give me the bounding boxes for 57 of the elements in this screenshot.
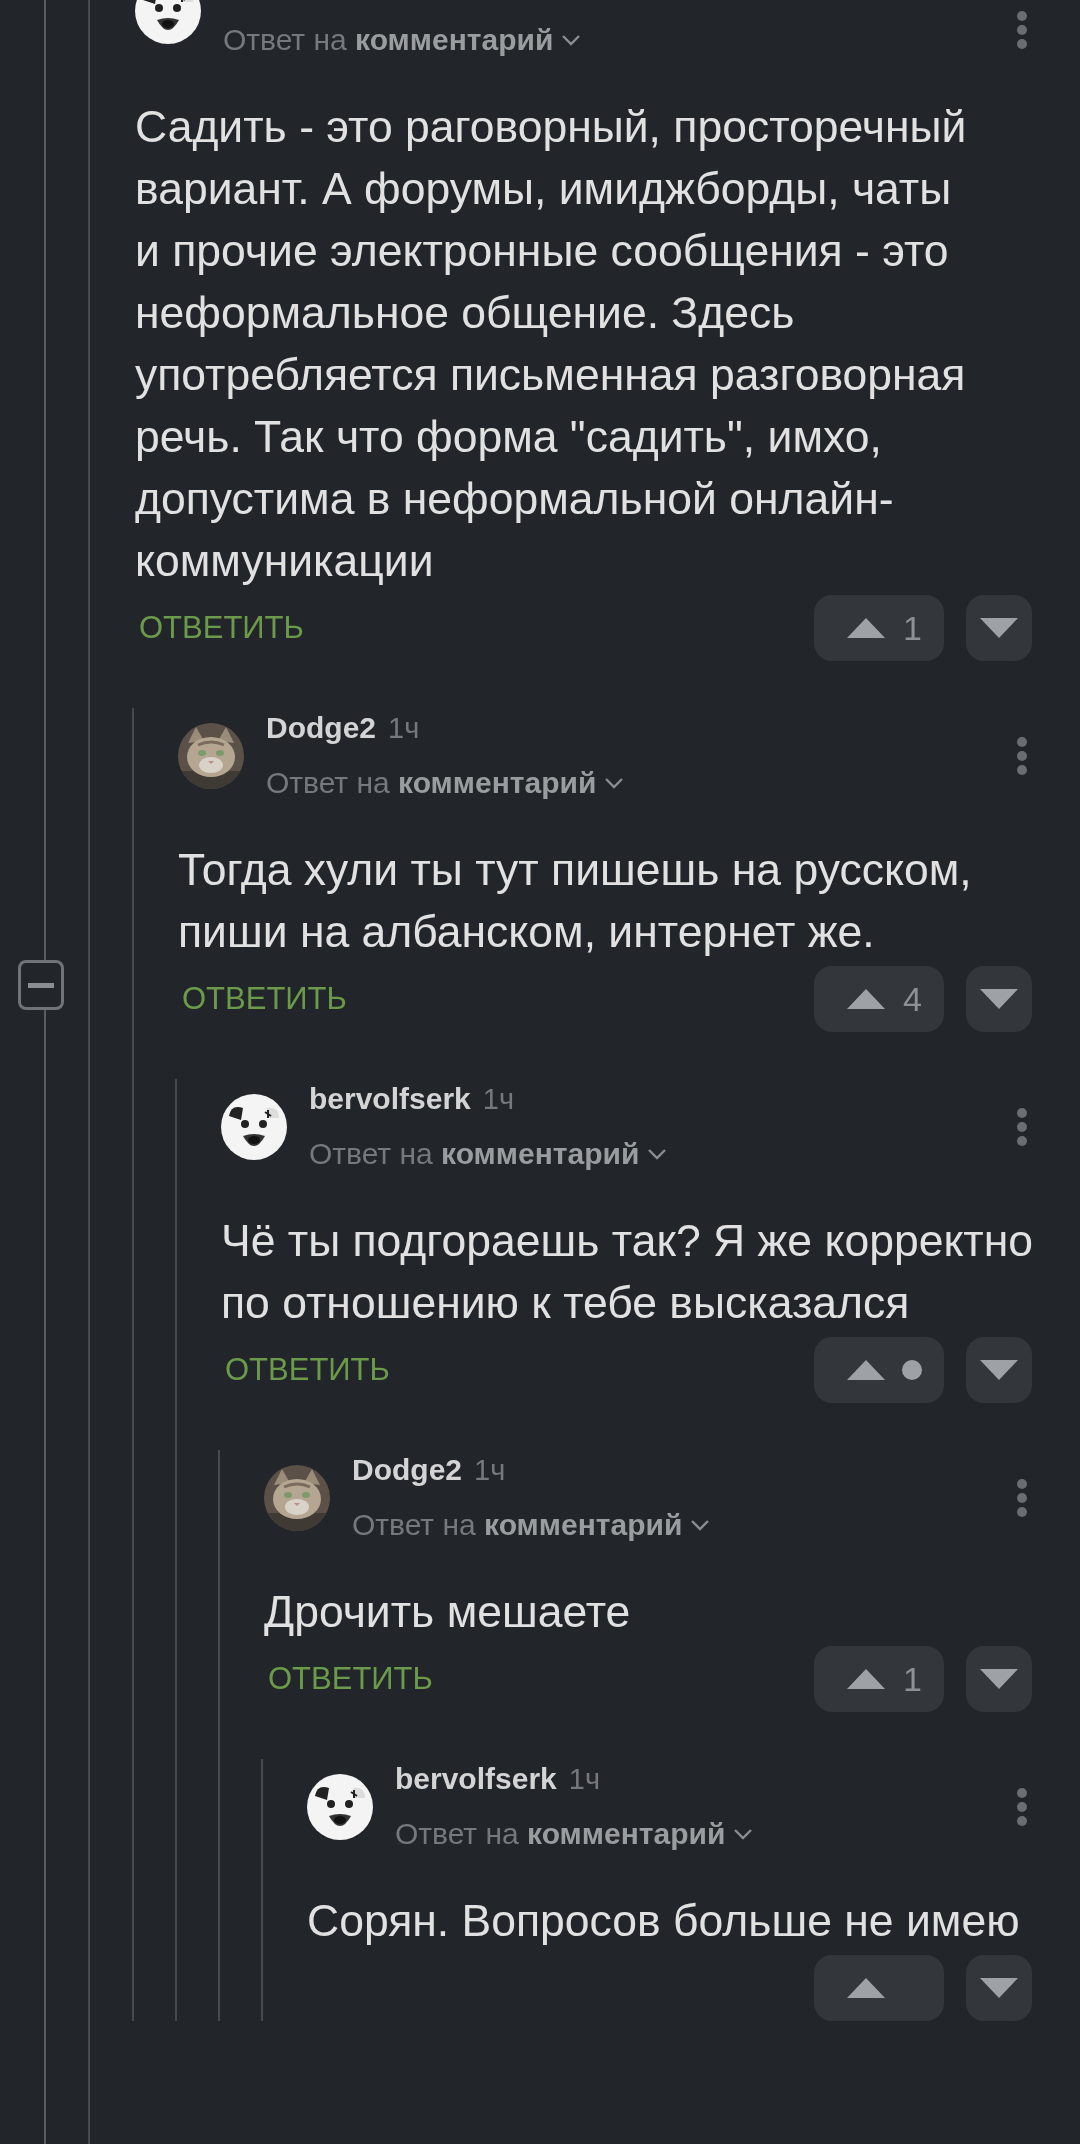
upvote-icon [846,617,886,639]
upvote-icon [846,1668,886,1690]
author-name[interactable]: bervolfserk [309,1079,471,1119]
dog-icon [221,1093,287,1160]
upvote-button[interactable]: 4 [814,966,944,1032]
downvote-button[interactable] [966,966,1032,1032]
comment-time: 1ч [474,1453,506,1488]
downvote-icon [979,1668,1019,1690]
author-name[interactable]: Dodge2 [266,708,376,748]
reply-button[interactable]: ОТВЕТИТЬ [225,1352,390,1388]
upvote-icon [846,1977,886,1999]
downvote-icon [979,988,1019,1010]
chevron-down-icon[interactable] [561,34,582,46]
chevron-down-icon[interactable] [604,777,625,789]
upvote-button[interactable]: 1 [814,595,944,661]
collapse-button[interactable] [18,960,64,1010]
downvote-icon [979,1977,1019,1999]
hidden-rating-icon [902,1360,922,1380]
reply-to-link[interactable]: Ответ на комментарий [266,763,597,803]
downvote-button[interactable] [966,595,1032,661]
comment-text: Садить - это раговорный, просторечный вариант. А форумы, имиджборды, чаты и прочие электронные сообщения - это неформальное общение. Здесь употребляется письменная разговорная речь. Так что форма "садить", имхо, допустима в неформальной онлайн-коммуникации [135,101,968,587]
upvote-button[interactable] [814,1955,944,2021]
comment-text: Чё ты подгораешь так? Я же корректно по отношению к тебе высказался [221,1215,1035,1329]
chevron-down-icon[interactable] [647,1148,668,1160]
minus-icon [28,982,54,988]
upvote-icon [846,988,886,1010]
comment-time: 1ч [568,1762,600,1797]
downvote-button[interactable] [966,1337,1032,1403]
reply-button[interactable]: ОТВЕТИТЬ [139,610,304,646]
more-icon[interactable] [1016,1106,1028,1147]
reply-button[interactable]: ОТВЕТИТЬ [182,981,347,1017]
downvote-icon [979,1359,1019,1381]
more-icon[interactable] [1016,1477,1028,1518]
reply-to-link[interactable]: Ответ на комментарий [309,1134,640,1174]
chevron-down-icon[interactable] [690,1519,711,1531]
upvote-button[interactable] [814,1337,944,1403]
more-icon[interactable] [1016,735,1028,776]
comment-text: Сорян. Вопросов больше не имею [307,1895,1021,1947]
chevron-down-icon[interactable] [733,1828,754,1840]
comment-text: Тогда хули ты тут пишешь на русском, пиши на албанском, интернет же. [178,844,973,958]
more-icon[interactable] [1016,1786,1028,1827]
reply-button[interactable]: ОТВЕТИТЬ [268,1661,433,1697]
comment-time: 1ч [482,1082,514,1117]
downvote-button[interactable] [966,1955,1032,2021]
reply-to-link[interactable]: Ответ на комментарий [223,20,554,60]
upvote-button[interactable]: 1 [814,1646,944,1712]
reply-to-link[interactable]: Ответ на комментарий [352,1505,683,1545]
author-name[interactable]: Dodge2 [352,1450,462,1490]
comment-text: Дрочить мешаете [264,1586,632,1638]
more-icon[interactable] [1016,10,1028,50]
author-name[interactable]: bervolfserk [395,1759,557,1799]
comment-time: 1ч [388,711,420,746]
downvote-button[interactable] [966,1646,1032,1712]
upvote-icon [846,1359,886,1381]
downvote-icon [979,617,1019,639]
reply-to-link[interactable]: Ответ на комментарий [395,1814,726,1854]
dog-icon [307,1773,373,1840]
